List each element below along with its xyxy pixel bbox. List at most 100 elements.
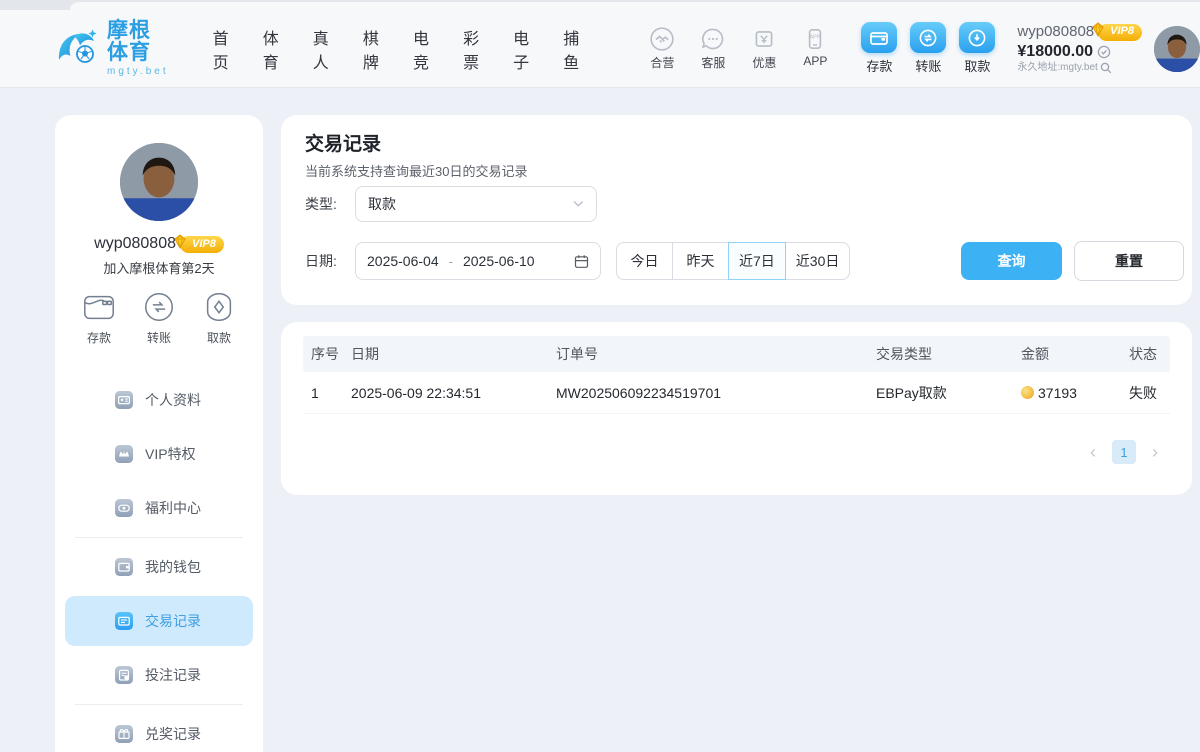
brand-name: 摩根体育 — [107, 20, 169, 64]
type-select-value: 取款 — [368, 194, 396, 214]
type-select[interactable]: 取款 — [355, 186, 597, 222]
main-nav: 首页 体育 真人 棋牌 电竞 彩票 电子 捕鱼 — [213, 25, 583, 73]
brand-domain: mgty.bet — [107, 67, 169, 78]
vip-badge: VIP8 — [1098, 24, 1142, 41]
sidebar-item-label: 我的钱包 — [145, 557, 201, 577]
sidebar-item-redeem[interactable]: 兑奖记录 — [55, 707, 263, 752]
sidebar-transfer-label: 转账 — [147, 329, 171, 346]
partner-button[interactable]: 合营 — [644, 26, 680, 71]
sidebar-quick-actions: 存款 转账 取款 — [55, 289, 263, 346]
app-label: APP — [803, 54, 827, 68]
avatar[interactable] — [1154, 26, 1200, 72]
menu-divider — [75, 537, 243, 538]
pagination-next-icon[interactable]: › — [1152, 443, 1158, 461]
partner-label: 合营 — [650, 54, 674, 71]
sidebar-deposit-icon — [80, 289, 118, 325]
type-filter-label: 类型: — [305, 194, 341, 214]
range-7days-button[interactable]: 近7日 — [728, 242, 786, 280]
date-range-input[interactable]: 2025-06-04 - 2025-06-10 — [355, 242, 601, 280]
withdraw-button[interactable]: 取款 — [959, 22, 995, 75]
sidebar-item-label: VIP特权 — [145, 444, 196, 464]
sidebar-vip-gem-icon — [173, 234, 187, 252]
sidebar-item-label: 交易记录 — [145, 611, 201, 631]
cell-amount: 37193 — [1013, 385, 1121, 401]
customer-service-label: 客服 — [701, 54, 725, 71]
pagination-page-1[interactable]: 1 — [1112, 440, 1136, 464]
deposit-wallet-icon — [861, 22, 897, 53]
cell-index: 1 — [303, 385, 343, 401]
deposit-label: 存款 — [866, 56, 892, 75]
cell-date: 2025-06-09 22:34:51 — [343, 385, 548, 401]
sidebar-withdraw-button[interactable]: 取款 — [200, 289, 238, 346]
sidebar-avatar[interactable] — [120, 143, 198, 221]
page-title: 交易记录 — [305, 129, 381, 156]
wallet-quick-actions: 存款 转账 取款 — [861, 22, 995, 75]
top-header: 摩根体育 mgty.bet 首页 体育 真人 棋牌 电竞 彩票 电子 捕鱼 合营 — [0, 10, 1200, 88]
date-from-value: 2025-06-04 — [367, 253, 439, 269]
date-range-presets: 今日 昨天 近7日 近30日 — [616, 242, 850, 280]
account-sidebar: wyp080808 VIP8 加入摩根体育第2天 存款 — [55, 115, 263, 752]
nav-item-fishing[interactable]: 捕鱼 — [563, 25, 582, 73]
sidebar-transfer-button[interactable]: 转账 — [140, 289, 178, 346]
range-yesterday-button[interactable]: 昨天 — [672, 242, 729, 280]
nav-item-lottery[interactable]: 彩票 — [463, 25, 482, 73]
sidebar-item-label: 投注记录 — [145, 665, 201, 685]
app-download-button[interactable]: APP APP — [797, 26, 833, 71]
svg-text:APP: APP — [810, 34, 821, 40]
calendar-icon — [574, 254, 589, 269]
transfer-button[interactable]: 转账 — [910, 22, 946, 75]
balance-value: ¥18000.00 — [1017, 42, 1093, 62]
sidebar-withdraw-icon — [200, 289, 238, 325]
deposit-button[interactable]: 存款 — [861, 22, 897, 75]
page-rounded-top — [70, 2, 1200, 10]
nav-item-home[interactable]: 首页 — [213, 25, 232, 73]
vip-gem-icon — [1091, 22, 1105, 42]
nav-item-esports[interactable]: 电竞 — [413, 25, 432, 73]
withdraw-label: 取款 — [964, 56, 990, 75]
header-username: wyp080808 — [1017, 23, 1094, 42]
range-30days-button[interactable]: 近30日 — [785, 242, 851, 280]
promo-label: 优惠 — [752, 54, 776, 71]
promo-button[interactable]: 优惠 — [746, 26, 782, 71]
range-today-button[interactable]: 今日 — [616, 242, 673, 280]
transfer-label: 转账 — [915, 56, 941, 75]
transaction-filter-card: 交易记录 当前系统支持查询最近30日的交易记录 类型: 取款 日期: 2025-… — [281, 115, 1192, 305]
cell-status: 失败 — [1121, 383, 1170, 403]
search-address-icon[interactable] — [1100, 62, 1112, 74]
sidebar-item-wallet[interactable]: 我的钱包 — [55, 540, 263, 594]
col-header-status: 状态 — [1121, 344, 1170, 364]
nav-item-slots[interactable]: 电子 — [513, 25, 532, 73]
customer-service-button[interactable]: 客服 — [695, 26, 731, 71]
withdraw-icon — [959, 22, 995, 53]
cell-order-number: MW202506092234519701 — [548, 385, 868, 401]
brand-logo[interactable]: 摩根体育 mgty.bet — [55, 20, 169, 78]
nav-item-sports[interactable]: 体育 — [263, 25, 282, 73]
crown-icon — [115, 445, 133, 463]
refresh-balance-icon[interactable] — [1097, 45, 1111, 59]
menu-divider — [75, 704, 243, 705]
brand-logo-icon — [55, 27, 99, 71]
sidebar-deposit-label: 存款 — [87, 329, 111, 346]
nav-item-live-casino[interactable]: 真人 — [313, 25, 332, 73]
sidebar-item-transactions[interactable]: 交易记录 — [65, 596, 253, 646]
date-to-value: 2025-06-10 — [463, 253, 535, 269]
sidebar-withdraw-label: 取款 — [207, 329, 231, 346]
sidebar-item-bets[interactable]: 投注记录 — [55, 648, 263, 702]
cell-type: EBPay取款 — [868, 383, 1013, 403]
sidebar-item-profile[interactable]: 个人资料 — [55, 373, 263, 427]
nav-item-chess[interactable]: 棋牌 — [363, 25, 382, 73]
handshake-icon — [649, 26, 675, 52]
page-subtitle: 当前系统支持查询最近30日的交易记录 — [305, 161, 527, 180]
join-days-text: 加入摩根体育第2天 — [55, 258, 263, 277]
transaction-record-icon — [115, 612, 133, 630]
reset-button[interactable]: 重置 — [1074, 241, 1184, 281]
sidebar-item-vip[interactable]: VIP特权 — [55, 427, 263, 481]
transaction-table-card: 序号 日期 订单号 交易类型 金额 状态 1 2025-06-09 22:34:… — [281, 322, 1192, 495]
coupon-icon — [751, 26, 777, 52]
sidebar-item-welfare[interactable]: 福利中心 — [55, 481, 263, 535]
sidebar-vip-badge: VIP8 — [180, 236, 224, 253]
sidebar-deposit-button[interactable]: 存款 — [80, 289, 118, 346]
search-button[interactable]: 查询 — [961, 242, 1062, 280]
id-card-icon — [115, 391, 133, 409]
pagination-prev-icon[interactable]: ‹ — [1090, 443, 1096, 461]
